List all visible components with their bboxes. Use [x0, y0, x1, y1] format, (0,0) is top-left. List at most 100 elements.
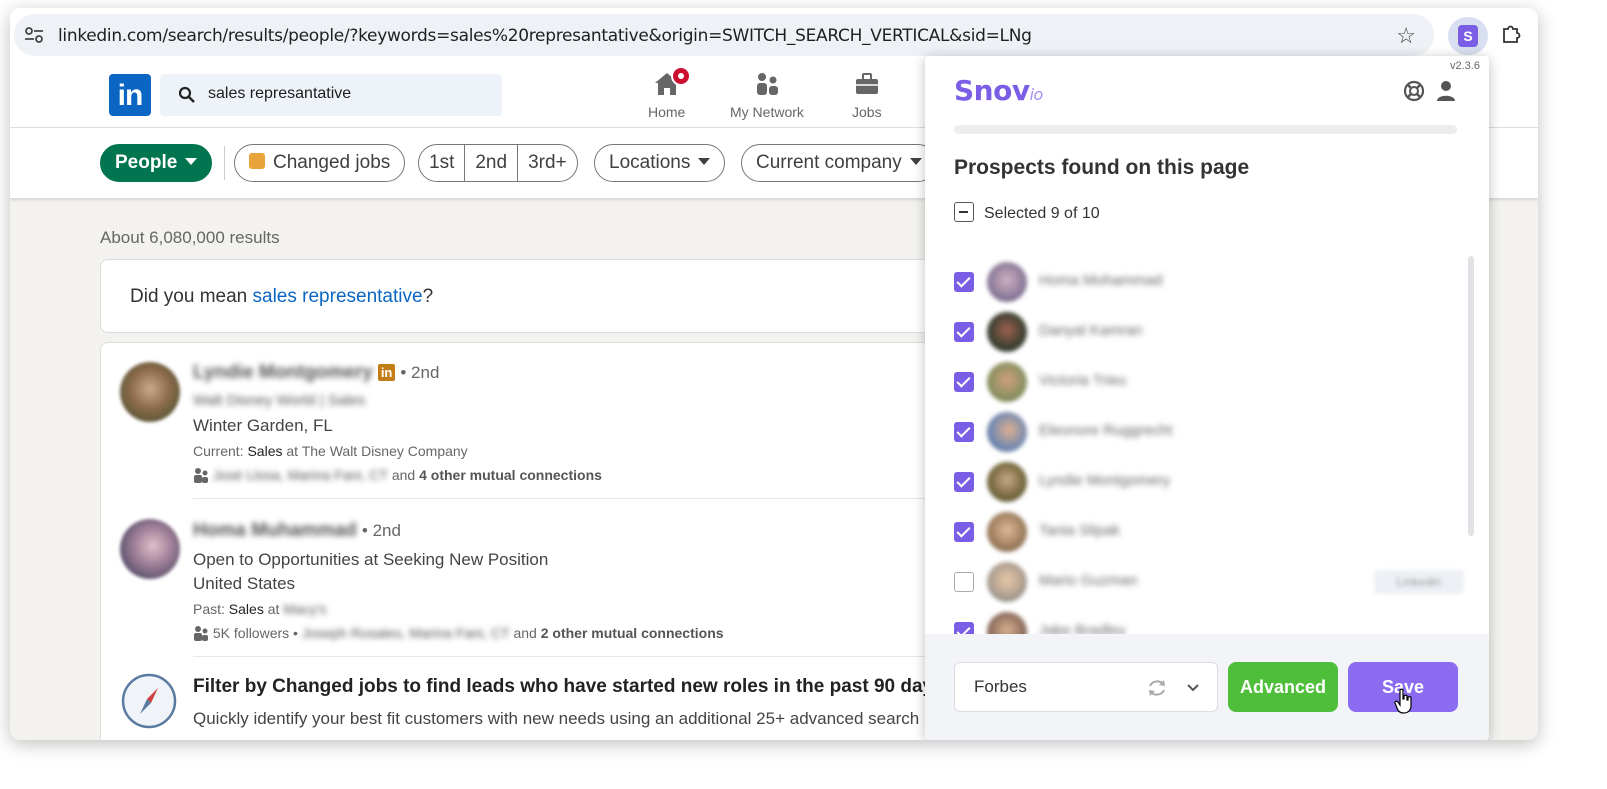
list-item[interactable]: Danyal Kamran — [954, 312, 1464, 354]
current-company-filter[interactable]: Current company — [741, 144, 937, 182]
prospect-name: Jake Bradley — [1039, 622, 1126, 634]
result-name-link[interactable]: Homa Muhammad — [193, 520, 357, 542]
jobs-briefcase-icon — [853, 70, 881, 98]
avatar — [987, 312, 1027, 352]
prospect-list-value: Forbes — [974, 677, 1027, 696]
results-count: About 6,080,000 results — [100, 228, 280, 247]
address-bar[interactable]: linkedin.com/search/results/people/?keyw… — [14, 14, 1434, 56]
connection-degree-filter: 1st 2nd 3rd+ — [418, 144, 578, 182]
prospect-list-select[interactable]: Forbes — [954, 662, 1218, 712]
did-you-mean-suggestion-link[interactable]: sales representative — [253, 286, 423, 307]
hand-cursor-icon — [1394, 688, 1412, 714]
list-item[interactable]: Eleonore Ruggrecht — [954, 412, 1464, 454]
avatar[interactable] — [120, 519, 180, 579]
help-lifebuoy-icon[interactable] — [1403, 80, 1425, 102]
refresh-icon[interactable] — [1146, 677, 1168, 699]
select-all-row[interactable]: Selected 9 of 10 — [954, 202, 1100, 223]
list-item[interactable]: Victoria Trieu — [954, 362, 1464, 404]
list-item[interactable]: Jake Bradley — [954, 612, 1464, 634]
nav-home-label: Home — [648, 104, 686, 120]
prospects-list: Homa Mohammad Danyal Kamran Victoria Tri… — [925, 246, 1489, 634]
caret-down-icon — [909, 158, 922, 165]
prospects-title: Prospects found on this page — [954, 156, 1250, 179]
nav-jobs[interactable]: Jobs — [852, 70, 882, 120]
nav-my-network-label: My Network — [730, 104, 804, 120]
result-divider — [193, 656, 953, 657]
changed-jobs-icon — [249, 153, 265, 169]
list-item[interactable]: Tania Slipak — [954, 512, 1464, 554]
result-name-link[interactable]: Lyndie Montgomery — [193, 362, 373, 384]
locations-filter[interactable]: Locations — [594, 144, 726, 182]
prospect-checkbox[interactable] — [954, 322, 974, 342]
result-location: Winter Garden, FL — [193, 416, 333, 435]
result-name-row: Lyndie Montgomery in • 2nd — [193, 362, 439, 384]
avatar — [987, 412, 1027, 452]
prospect-checkbox[interactable] — [954, 472, 974, 492]
prospect-name: Homa Mohammad — [1039, 272, 1163, 289]
site-settings-icon[interactable] — [24, 26, 44, 44]
url-text: linkedin.com/search/results/people/?keyw… — [58, 26, 1032, 46]
linkedin-logo[interactable]: in — [109, 74, 151, 116]
current-company-label: Current company — [756, 152, 902, 173]
prospect-checkbox[interactable] — [954, 372, 974, 392]
prospect-checkbox[interactable] — [954, 622, 974, 634]
prospect-name: Tania Slipak — [1039, 522, 1120, 539]
advanced-button[interactable]: Advanced — [1228, 662, 1338, 712]
result-headline: Walt Disney World | Sales — [193, 392, 366, 409]
filter-divider — [224, 146, 225, 180]
nav-home[interactable]: Home — [648, 66, 691, 120]
result-name-row: Homa Muhammad • 2nd — [193, 520, 401, 542]
prospect-checkbox[interactable] — [954, 272, 974, 292]
people-filter-button[interactable]: People — [100, 144, 213, 182]
filter-2nd[interactable]: 2nd — [464, 145, 517, 181]
snov-extension-icon: S — [1458, 25, 1478, 47]
filter-1st[interactable]: 1st — [419, 145, 464, 181]
changed-jobs-filter[interactable]: Changed jobs — [234, 144, 406, 182]
mutual-connections-icon — [194, 626, 208, 641]
did-you-mean-text: Did you mean sales representative? — [130, 286, 433, 308]
prospect-name: Lyndie Montgomery — [1039, 472, 1171, 489]
linkedin-search-input[interactable]: sales represantative — [160, 74, 502, 116]
bookmark-star-icon[interactable]: ☆ — [1396, 23, 1416, 49]
result-divider — [193, 498, 953, 499]
promo-title: Filter by Changed jobs to find leads who… — [193, 676, 944, 697]
home-icon — [653, 66, 691, 98]
result-mutual-connections[interactable]: José Llosa, Marina Fani, CT and 4 other … — [193, 467, 602, 483]
chevron-down-icon[interactable] — [1186, 681, 1200, 695]
avatar[interactable] — [120, 362, 180, 422]
user-account-icon[interactable] — [1436, 80, 1456, 102]
result-headline: Open to Opportunities at Seeking New Pos… — [193, 550, 549, 569]
result-mutual-connections[interactable]: 5K followers • Joseph Rosales, Marina Fa… — [193, 625, 724, 641]
changed-jobs-label: Changed jobs — [273, 152, 391, 173]
snov-extension-panel: Snovio v2.3.6 Prospects found on this pa… — [925, 56, 1489, 740]
snov-logo: Snovio — [954, 74, 1043, 107]
snov-version: v2.3.6 — [1450, 60, 1480, 72]
list-item[interactable]: Homa Mohammad — [954, 262, 1464, 304]
extensions-puzzle-icon[interactable] — [1500, 22, 1524, 46]
nav-my-network[interactable]: My Network — [730, 70, 804, 120]
prospect-checkbox[interactable] — [954, 572, 974, 592]
snov-extension-button[interactable]: S — [1448, 17, 1488, 55]
snov-footer: Forbes Advanced Save — [925, 634, 1489, 740]
connection-degree: • 2nd — [400, 363, 440, 382]
avatar — [987, 512, 1027, 552]
list-item[interactable]: Lyndie Montgomery — [954, 462, 1464, 504]
select-all-checkbox[interactable] — [954, 202, 974, 222]
did-you-mean-prefix: Did you mean — [130, 286, 253, 307]
result-current-role: Current: Sales at The Walt Disney Compan… — [193, 443, 468, 459]
compass-icon — [121, 673, 177, 729]
prospect-checkbox[interactable] — [954, 522, 974, 542]
caret-down-icon — [698, 158, 711, 165]
avatar — [987, 562, 1027, 602]
prospect-checkbox[interactable] — [954, 422, 974, 442]
avatar — [987, 262, 1027, 302]
prospects-scrollbar[interactable] — [1468, 256, 1474, 536]
filter-3rd-plus[interactable]: 3rd+ — [517, 145, 577, 181]
list-item[interactable]: Mario Guzman Linkedin — [954, 562, 1464, 604]
browser-toolbar: linkedin.com/search/results/people/?keyw… — [10, 8, 1538, 62]
result-past-role: Past: Sales at Macy's — [193, 601, 327, 617]
prospect-name: Danyal Kamran — [1039, 322, 1143, 339]
did-you-mean-suffix: ? — [422, 286, 434, 307]
search-icon — [178, 86, 195, 103]
avatar — [987, 462, 1027, 502]
